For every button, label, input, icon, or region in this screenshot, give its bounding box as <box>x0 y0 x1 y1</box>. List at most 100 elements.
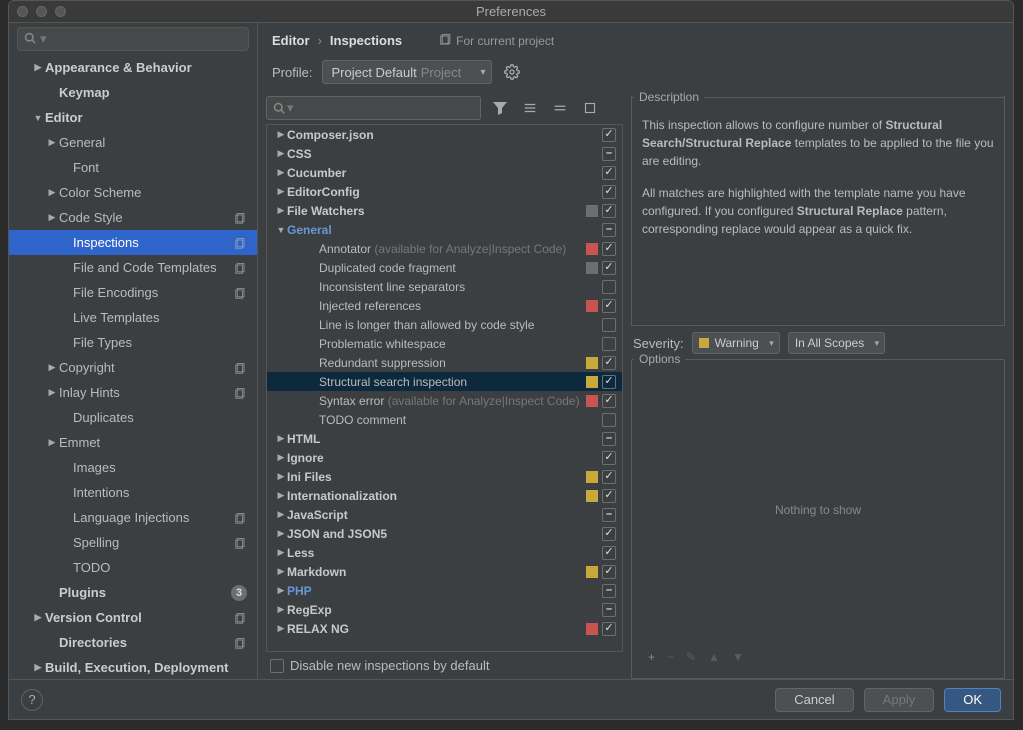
disable-new-checkbox[interactable] <box>270 659 284 673</box>
sidebar-item[interactable]: Keymap <box>9 80 257 105</box>
inspection-checkbox[interactable] <box>602 242 616 256</box>
inspection-row[interactable]: ▶Ignore <box>267 448 622 467</box>
inspection-checkbox[interactable] <box>602 299 616 313</box>
sidebar-item[interactable]: Language Injections <box>9 505 257 530</box>
sidebar-item[interactable]: File and Code Templates <box>9 255 257 280</box>
expand-all-icon[interactable] <box>519 97 541 119</box>
move-up-icon[interactable]: ▲ <box>708 650 720 664</box>
inspection-checkbox[interactable] <box>602 622 616 636</box>
sidebar-item[interactable]: ▶Copyright <box>9 355 257 380</box>
sidebar-item[interactable]: ▶Build, Execution, Deployment <box>9 655 257 679</box>
sidebar-item[interactable]: Spelling <box>9 530 257 555</box>
sidebar-item[interactable]: File Types <box>9 330 257 355</box>
inspection-checkbox[interactable] <box>602 204 616 218</box>
inspection-row[interactable]: ▶EditorConfig <box>267 182 622 201</box>
inspection-row[interactable]: Injected references <box>267 296 622 315</box>
inspection-checkbox[interactable] <box>602 128 616 142</box>
inspection-checkbox[interactable] <box>602 394 616 408</box>
crumb-editor[interactable]: Editor <box>272 33 310 48</box>
inspection-checkbox[interactable] <box>602 185 616 199</box>
inspection-checkbox[interactable] <box>602 413 616 427</box>
sidebar-item[interactable]: ▶Version Control <box>9 605 257 630</box>
ok-button[interactable]: OK <box>944 688 1001 712</box>
sidebar-item[interactable]: ▶Color Scheme <box>9 180 257 205</box>
inspection-checkbox[interactable] <box>602 375 616 389</box>
inspection-checkbox[interactable] <box>602 603 616 617</box>
sidebar-search-input[interactable]: ▾ <box>17 27 249 51</box>
filter-icon[interactable] <box>489 97 511 119</box>
disable-new-row[interactable]: Disable new inspections by default <box>266 652 623 679</box>
scope-select[interactable]: In All Scopes <box>788 332 885 354</box>
inspection-row[interactable]: TODO comment <box>267 410 622 429</box>
inspection-checkbox[interactable] <box>602 584 616 598</box>
inspection-checkbox[interactable] <box>602 451 616 465</box>
inspection-row[interactable]: ▶Ini Files <box>267 467 622 486</box>
apply-button[interactable]: Apply <box>864 688 935 712</box>
inspection-row[interactable]: ▶PHP <box>267 581 622 600</box>
collapse-all-icon[interactable] <box>549 97 571 119</box>
inspection-row[interactable]: ▶JSON and JSON5 <box>267 524 622 543</box>
inspection-row[interactable]: Annotator (available for Analyze|Inspect… <box>267 239 622 258</box>
inspection-checkbox[interactable] <box>602 432 616 446</box>
inspection-row[interactable]: Problematic whitespace <box>267 334 622 353</box>
inspection-checkbox[interactable] <box>602 546 616 560</box>
sidebar-item[interactable]: ▼Editor <box>9 105 257 130</box>
sidebar-item[interactable]: Plugins3 <box>9 580 257 605</box>
reset-icon[interactable] <box>579 97 601 119</box>
sidebar-item[interactable]: Intentions <box>9 480 257 505</box>
inspection-row[interactable]: ▶Composer.json <box>267 125 622 144</box>
inspection-checkbox[interactable] <box>602 527 616 541</box>
inspection-row[interactable]: ▶Markdown <box>267 562 622 581</box>
sidebar-item[interactable]: ▶General <box>9 130 257 155</box>
inspection-row[interactable]: Duplicated code fragment <box>267 258 622 277</box>
sidebar-item[interactable]: Inspections <box>9 230 257 255</box>
add-icon[interactable]: + <box>648 650 655 664</box>
help-button[interactable]: ? <box>21 689 43 711</box>
inspection-row[interactable]: ▶Less <box>267 543 622 562</box>
remove-icon[interactable]: − <box>667 650 674 664</box>
inspection-row[interactable]: Inconsistent line separators <box>267 277 622 296</box>
inspection-checkbox[interactable] <box>602 166 616 180</box>
severity-select[interactable]: Warning <box>692 332 780 354</box>
sidebar-item[interactable]: ▶Inlay Hints <box>9 380 257 405</box>
edit-icon[interactable]: ✎ <box>686 650 696 664</box>
inspection-row[interactable]: Syntax error (available for Analyze|Insp… <box>267 391 622 410</box>
inspection-checkbox[interactable] <box>602 356 616 370</box>
sidebar-item[interactable]: Live Templates <box>9 305 257 330</box>
profile-gear-icon[interactable] <box>502 62 522 82</box>
inspection-checkbox[interactable] <box>602 508 616 522</box>
sidebar-item[interactable]: File Encodings <box>9 280 257 305</box>
inspection-checkbox[interactable] <box>602 489 616 503</box>
inspection-row[interactable]: ▶RELAX NG <box>267 619 622 638</box>
inspection-checkbox[interactable] <box>602 470 616 484</box>
inspection-checkbox[interactable] <box>602 261 616 275</box>
inspection-row[interactable]: Redundant suppression <box>267 353 622 372</box>
inspection-row[interactable]: Structural search inspection <box>267 372 622 391</box>
profile-select[interactable]: Project Default Project <box>322 60 492 84</box>
inspection-row[interactable]: Line is longer than allowed by code styl… <box>267 315 622 334</box>
sidebar-item[interactable]: Images <box>9 455 257 480</box>
inspection-checkbox[interactable] <box>602 147 616 161</box>
cancel-button[interactable]: Cancel <box>775 688 853 712</box>
sidebar-item[interactable]: ▶Appearance & Behavior <box>9 55 257 80</box>
sidebar-item[interactable]: Duplicates <box>9 405 257 430</box>
inspection-row[interactable]: ▶JavaScript <box>267 505 622 524</box>
inspection-checkbox[interactable] <box>602 318 616 332</box>
inspection-row[interactable]: ▶HTML <box>267 429 622 448</box>
inspection-row[interactable]: ▶RegExp <box>267 600 622 619</box>
inspection-row[interactable]: ▶Internationalization <box>267 486 622 505</box>
sidebar-item[interactable]: ▶Code Style <box>9 205 257 230</box>
inspections-search-input[interactable]: ▾ <box>266 96 481 120</box>
inspection-row[interactable]: ▼General <box>267 220 622 239</box>
inspection-row[interactable]: ▶Cucumber <box>267 163 622 182</box>
inspection-checkbox[interactable] <box>602 337 616 351</box>
sidebar-item[interactable]: Directories <box>9 630 257 655</box>
inspection-row[interactable]: ▶File Watchers <box>267 201 622 220</box>
inspection-checkbox[interactable] <box>602 565 616 579</box>
inspection-checkbox[interactable] <box>602 280 616 294</box>
inspection-checkbox[interactable] <box>602 223 616 237</box>
inspections-tree[interactable]: ▶Composer.json▶CSS▶Cucumber▶EditorConfig… <box>266 124 623 652</box>
sidebar-item[interactable]: ▶Emmet <box>9 430 257 455</box>
move-down-icon[interactable]: ▼ <box>732 650 744 664</box>
sidebar-item[interactable]: TODO <box>9 555 257 580</box>
